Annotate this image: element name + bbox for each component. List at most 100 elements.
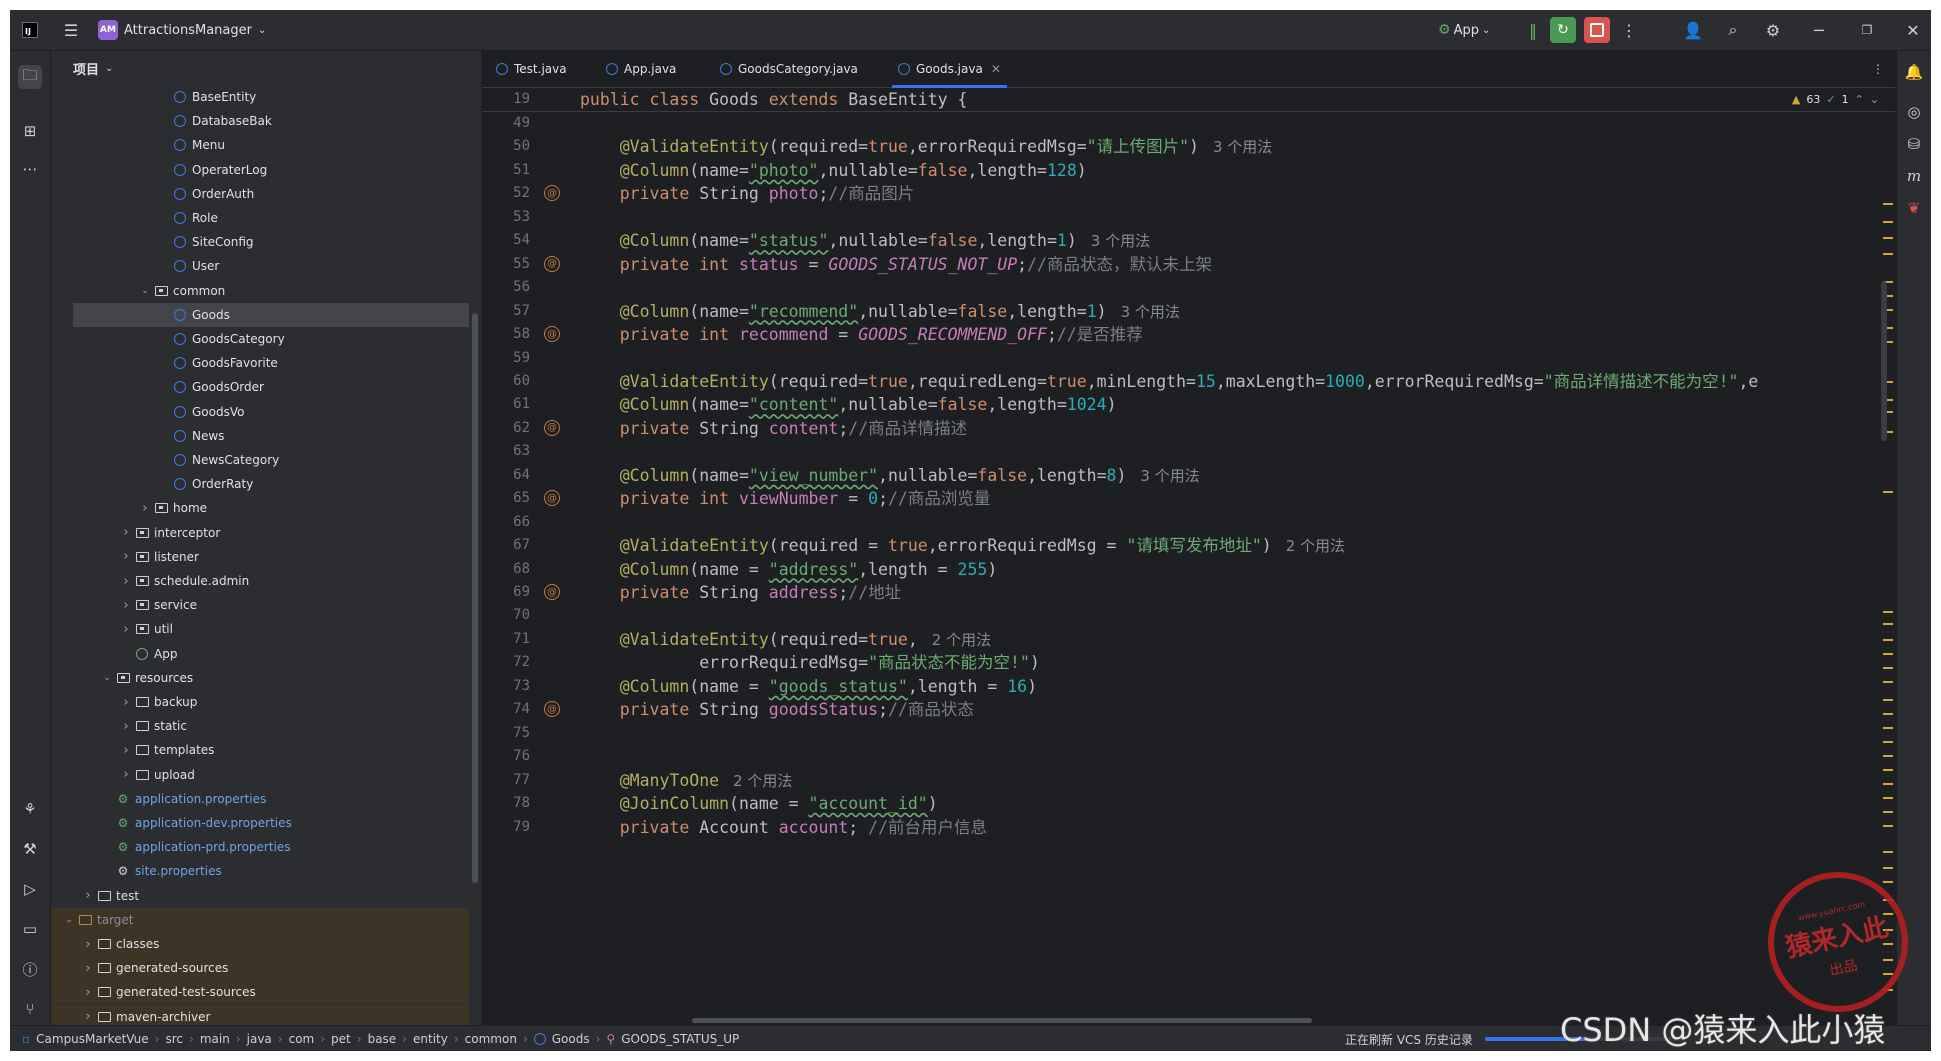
tree-node-news[interactable]: News bbox=[51, 424, 469, 448]
problems-icon[interactable]: ⓘ bbox=[18, 957, 42, 981]
stop-button[interactable] bbox=[1584, 17, 1610, 43]
tab-options-icon[interactable]: ⋮ bbox=[1872, 51, 1884, 87]
tab-goods-java[interactable]: Goods.java ✕ bbox=[892, 51, 1007, 88]
warning-stripe-mark[interactable] bbox=[1883, 867, 1893, 869]
rerun-button[interactable]: ↻ bbox=[1550, 17, 1576, 43]
code-line[interactable]: @Column(name="view_number",nullable=fals… bbox=[580, 464, 1200, 487]
code-line[interactable]: @Column(name="photo",nullable=false,leng… bbox=[580, 159, 1087, 182]
breadcrumb-item[interactable]: com bbox=[289, 1032, 315, 1046]
warning-stripe-mark[interactable] bbox=[1883, 825, 1893, 827]
more-tools-icon[interactable]: ⋯ bbox=[18, 157, 42, 181]
tree-node-orderraty[interactable]: OrderRaty bbox=[51, 472, 469, 496]
warning-stripe-mark[interactable] bbox=[1883, 253, 1893, 255]
code-line[interactable]: private Account account; //前台用户信息 bbox=[580, 816, 987, 839]
annotation-gutter-icon[interactable]: @ bbox=[544, 490, 560, 507]
warning-stripe-mark[interactable] bbox=[1883, 237, 1893, 239]
warning-stripe-mark[interactable] bbox=[1883, 203, 1893, 205]
tree-node-menu[interactable]: Menu bbox=[51, 133, 469, 157]
project-folder-icon[interactable]: 🗀 bbox=[18, 65, 42, 89]
warning-stripe-mark[interactable] bbox=[1883, 881, 1893, 883]
tree-node-application-properties[interactable]: ⚙ application.properties bbox=[51, 787, 469, 811]
tree-node-goodsorder[interactable]: GoodsOrder bbox=[51, 375, 469, 399]
chevron-right-icon[interactable]: › bbox=[118, 598, 134, 613]
tree-node-static[interactable]: › static bbox=[51, 714, 469, 738]
tab-app-java[interactable]: App.java bbox=[606, 51, 676, 87]
terminal-icon[interactable]: ▭ bbox=[18, 917, 42, 941]
chevron-right-icon[interactable]: › bbox=[118, 525, 134, 540]
close-tab-icon[interactable]: ✕ bbox=[991, 62, 1001, 76]
more-actions-icon[interactable]: ⋮ bbox=[1616, 17, 1642, 43]
tree-node-target[interactable]: ⌄ target bbox=[51, 907, 469, 932]
tree-node-generated-test-sources[interactable]: › generated-test-sources bbox=[51, 980, 469, 1005]
ai-assistant-icon[interactable]: ◎ bbox=[1903, 101, 1925, 123]
warning-stripe-mark[interactable] bbox=[1883, 713, 1893, 715]
git-branch-icon[interactable]: ⑂ bbox=[18, 997, 42, 1021]
tree-node-application-prd-properties[interactable]: ⚙ application-prd.properties bbox=[51, 835, 469, 859]
search-icon[interactable]: ⌕ bbox=[1720, 17, 1746, 43]
tree-node-site-properties[interactable]: ⚙ site.properties bbox=[51, 859, 469, 883]
chevron-down-icon[interactable]: ⌄ bbox=[99, 673, 115, 683]
breadcrumb-item[interactable]: base bbox=[368, 1032, 397, 1046]
code-line[interactable]: @Column(name="content",nullable=false,le… bbox=[580, 393, 1117, 416]
tree-node-generated-sources[interactable]: › generated-sources bbox=[51, 956, 469, 981]
plugin-bird-icon[interactable]: ❦ bbox=[1903, 197, 1925, 219]
project-panel-header[interactable]: 项目 ⌄ bbox=[51, 51, 481, 85]
chevron-right-icon[interactable]: › bbox=[80, 937, 96, 952]
tree-node-orderauth[interactable]: OrderAuth bbox=[51, 182, 469, 206]
restore-icon[interactable]: ❐ bbox=[1854, 17, 1880, 43]
tree-node-siteconfig[interactable]: SiteConfig bbox=[51, 230, 469, 254]
tree-node-user[interactable]: User bbox=[51, 254, 469, 278]
tree-node-resources[interactable]: ⌄ resources bbox=[51, 666, 469, 690]
annotation-gutter-icon[interactable]: @ bbox=[544, 185, 560, 202]
usages-hint[interactable]: 3 个用法 bbox=[1091, 232, 1150, 250]
code-line[interactable]: @JoinColumn(name = "account_id") bbox=[580, 792, 938, 815]
warning-stripe-mark[interactable] bbox=[1883, 727, 1893, 729]
tree-node-test[interactable]: › test bbox=[51, 884, 469, 908]
tree-node-operaterlog[interactable]: OperaterLog bbox=[51, 158, 469, 182]
inspection-widget[interactable]: ▲ 63 ✓ 1 ⌃ ⌄ bbox=[1792, 88, 1879, 111]
usages-hint[interactable]: 2 个用法 bbox=[1286, 537, 1345, 555]
chevron-right-icon[interactable]: › bbox=[137, 501, 153, 516]
annotation-gutter-icon[interactable]: @ bbox=[544, 701, 560, 718]
code-line[interactable]: @Column(name = "address",length = 255) bbox=[580, 558, 998, 581]
code-line[interactable]: @ValidateEntity(required = true,errorReq… bbox=[580, 534, 1345, 557]
settings-gear-icon[interactable]: ⚙ bbox=[1760, 17, 1786, 43]
editor-vertical-scrollbar[interactable] bbox=[1881, 281, 1887, 441]
main-menu-icon[interactable]: ☰ bbox=[58, 17, 84, 43]
warning-stripe-mark[interactable] bbox=[1883, 755, 1893, 757]
code-line[interactable]: @ValidateEntity(required=true,requiredLe… bbox=[580, 370, 1759, 393]
code-line[interactable]: @ValidateEntity(required=true,errorRequi… bbox=[580, 135, 1273, 158]
tab-test-java[interactable]: Test.java bbox=[496, 51, 567, 87]
warning-stripe-mark[interactable] bbox=[1883, 667, 1893, 669]
warning-stripe-mark[interactable] bbox=[1883, 741, 1893, 743]
chevron-right-icon[interactable]: › bbox=[118, 549, 134, 564]
tree-node-util[interactable]: › util bbox=[51, 617, 469, 641]
editor-horizontal-scrollbar[interactable] bbox=[692, 1018, 1312, 1023]
code-line[interactable]: @Column(name="status",nullable=false,len… bbox=[580, 229, 1150, 252]
warning-stripe-mark[interactable] bbox=[1883, 851, 1893, 853]
breadcrumb-item[interactable]: main bbox=[200, 1032, 230, 1046]
project-switcher[interactable]: AM AttractionsManager ⌄ bbox=[98, 10, 266, 50]
code-line[interactable]: @Column(name = "goods_status",length = 1… bbox=[580, 675, 1037, 698]
tree-node-backup[interactable]: › backup bbox=[51, 690, 469, 714]
run-config-selector[interactable]: ⚙ App ⌄ bbox=[1438, 10, 1490, 50]
annotation-gutter-icon[interactable]: @ bbox=[544, 419, 560, 436]
tree-node-templates[interactable]: › templates bbox=[51, 738, 469, 762]
tree-node-role[interactable]: Role bbox=[51, 206, 469, 230]
chevron-right-icon[interactable]: › bbox=[80, 1009, 96, 1024]
code-line[interactable]: private int recommend = GOODS_RECOMMEND_… bbox=[580, 323, 1143, 346]
code-line[interactable]: private String content;//商品详情描述 bbox=[580, 417, 967, 440]
tree-node-listener[interactable]: › listener bbox=[51, 545, 469, 569]
tree-node-upload[interactable]: › upload bbox=[51, 763, 469, 787]
breadcrumb-item[interactable]: entity bbox=[413, 1032, 448, 1046]
minimize-icon[interactable]: ─ bbox=[1806, 17, 1832, 43]
tree-node-application-dev-properties[interactable]: ⚙ application-dev.properties bbox=[51, 811, 469, 835]
tree-node-home[interactable]: › home bbox=[51, 496, 469, 520]
chevron-right-icon[interactable]: › bbox=[118, 767, 134, 782]
warning-stripe-mark[interactable] bbox=[1883, 623, 1893, 625]
tree-node-app[interactable]: App bbox=[51, 642, 469, 666]
code-line[interactable]: private int viewNumber = 0;//商品浏览量 bbox=[580, 487, 991, 510]
tree-node-common[interactable]: ⌄ common bbox=[51, 279, 469, 303]
usages-hint[interactable]: 3 个用法 bbox=[1121, 303, 1180, 321]
usages-hint[interactable]: 3 个用法 bbox=[1140, 467, 1199, 485]
